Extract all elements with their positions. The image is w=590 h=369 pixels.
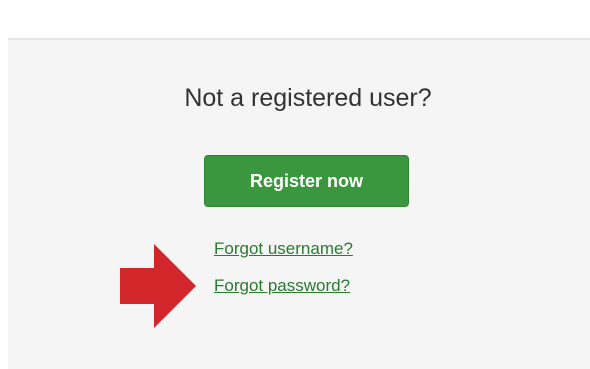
not-registered-heading: Not a registered user? <box>184 84 432 112</box>
registration-panel: Not a registered user? Register now Forg… <box>8 38 590 369</box>
forgot-password-link[interactable]: Forgot password? <box>214 276 350 296</box>
forgot-username-link[interactable]: Forgot username? <box>214 239 353 259</box>
top-strip <box>0 0 590 38</box>
register-now-button[interactable]: Register now <box>204 155 409 207</box>
arrow-right-icon <box>120 244 196 328</box>
